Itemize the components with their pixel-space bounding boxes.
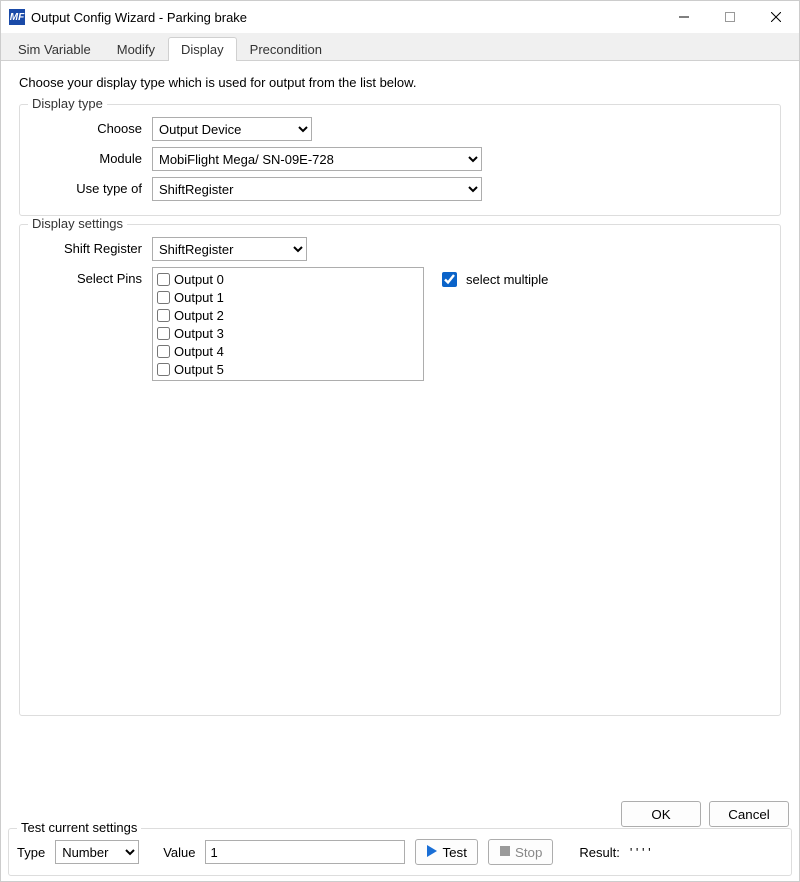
window-title: Output Config Wizard - Parking brake [31,10,247,25]
use-type-select[interactable]: ShiftRegister [152,177,482,201]
app-icon: MF [9,9,25,25]
list-item[interactable]: Output 5 [157,360,419,378]
display-type-group: Display type Choose Output Device Module… [19,104,781,216]
tab-sim-variable[interactable]: Sim Variable [5,37,104,61]
title-bar: MF Output Config Wizard - Parking brake [1,1,799,33]
choose-label: Choose [34,117,152,136]
cancel-button[interactable]: Cancel [709,801,789,827]
play-icon [426,845,438,860]
instruction-text: Choose your display type which is used f… [19,75,781,90]
choose-select[interactable]: Output Device [152,117,312,141]
cancel-button-label: Cancel [728,807,770,822]
list-item[interactable]: Output 0 [157,270,419,288]
content-area: Choose your display type which is used f… [1,61,799,791]
test-button[interactable]: Test [415,839,477,865]
pin-label: Output 5 [174,362,224,377]
list-item[interactable]: Output 3 [157,324,419,342]
stop-icon [499,845,511,860]
tab-modify[interactable]: Modify [104,37,168,61]
stop-button[interactable]: Stop [488,839,553,865]
pin-label: Output 4 [174,344,224,359]
pin-checkbox-5[interactable] [157,363,170,376]
result-value: ' ' ' ' [630,845,651,860]
stop-button-label: Stop [515,845,542,860]
module-label: Module [34,147,152,166]
tab-display[interactable]: Display [168,37,237,61]
select-pins-listbox[interactable]: Output 0 Output 1 Output 2 Output 3 Outp… [152,267,424,381]
result-label: Result: [579,845,619,860]
pin-checkbox-2[interactable] [157,309,170,322]
tab-strip: Sim Variable Modify Display Precondition [1,33,799,61]
minimize-button[interactable] [661,1,707,33]
shift-register-label: Shift Register [34,237,152,256]
test-type-label: Type [17,845,45,860]
pin-label: Output 1 [174,290,224,305]
pin-checkbox-0[interactable] [157,273,170,286]
display-settings-legend: Display settings [28,216,127,231]
test-group: Test current settings Type Number Value … [8,828,792,876]
pin-checkbox-1[interactable] [157,291,170,304]
select-multiple-label: select multiple [466,272,548,287]
test-value-input[interactable] [205,840,405,864]
pin-checkbox-4[interactable] [157,345,170,358]
test-type-select[interactable]: Number [55,840,139,864]
ok-button-label: OK [651,807,670,822]
pin-label: Output 0 [174,272,224,287]
select-pins-label: Select Pins [34,267,152,286]
close-button[interactable] [753,1,799,33]
select-multiple-checkbox[interactable] [442,272,457,287]
list-item[interactable]: Output 4 [157,342,419,360]
pin-label: Output 2 [174,308,224,323]
shift-register-select[interactable]: ShiftRegister [152,237,307,261]
maximize-button[interactable] [707,1,753,33]
module-select[interactable]: MobiFlight Mega/ SN-09E-728 [152,147,482,171]
test-value-label: Value [163,845,195,860]
tab-precondition[interactable]: Precondition [237,37,335,61]
test-button-label: Test [442,845,466,860]
select-multiple-row: select multiple [438,267,548,290]
display-type-legend: Display type [28,96,107,111]
display-settings-group: Display settings Shift Register ShiftReg… [19,224,781,716]
pin-checkbox-3[interactable] [157,327,170,340]
test-legend: Test current settings [17,820,141,835]
use-type-label: Use type of [34,177,152,196]
list-item[interactable]: Output 1 [157,288,419,306]
list-item[interactable]: Output 2 [157,306,419,324]
pin-label: Output 3 [174,326,224,341]
test-section: Test current settings Type Number Value … [0,828,800,882]
ok-button[interactable]: OK [621,801,701,827]
